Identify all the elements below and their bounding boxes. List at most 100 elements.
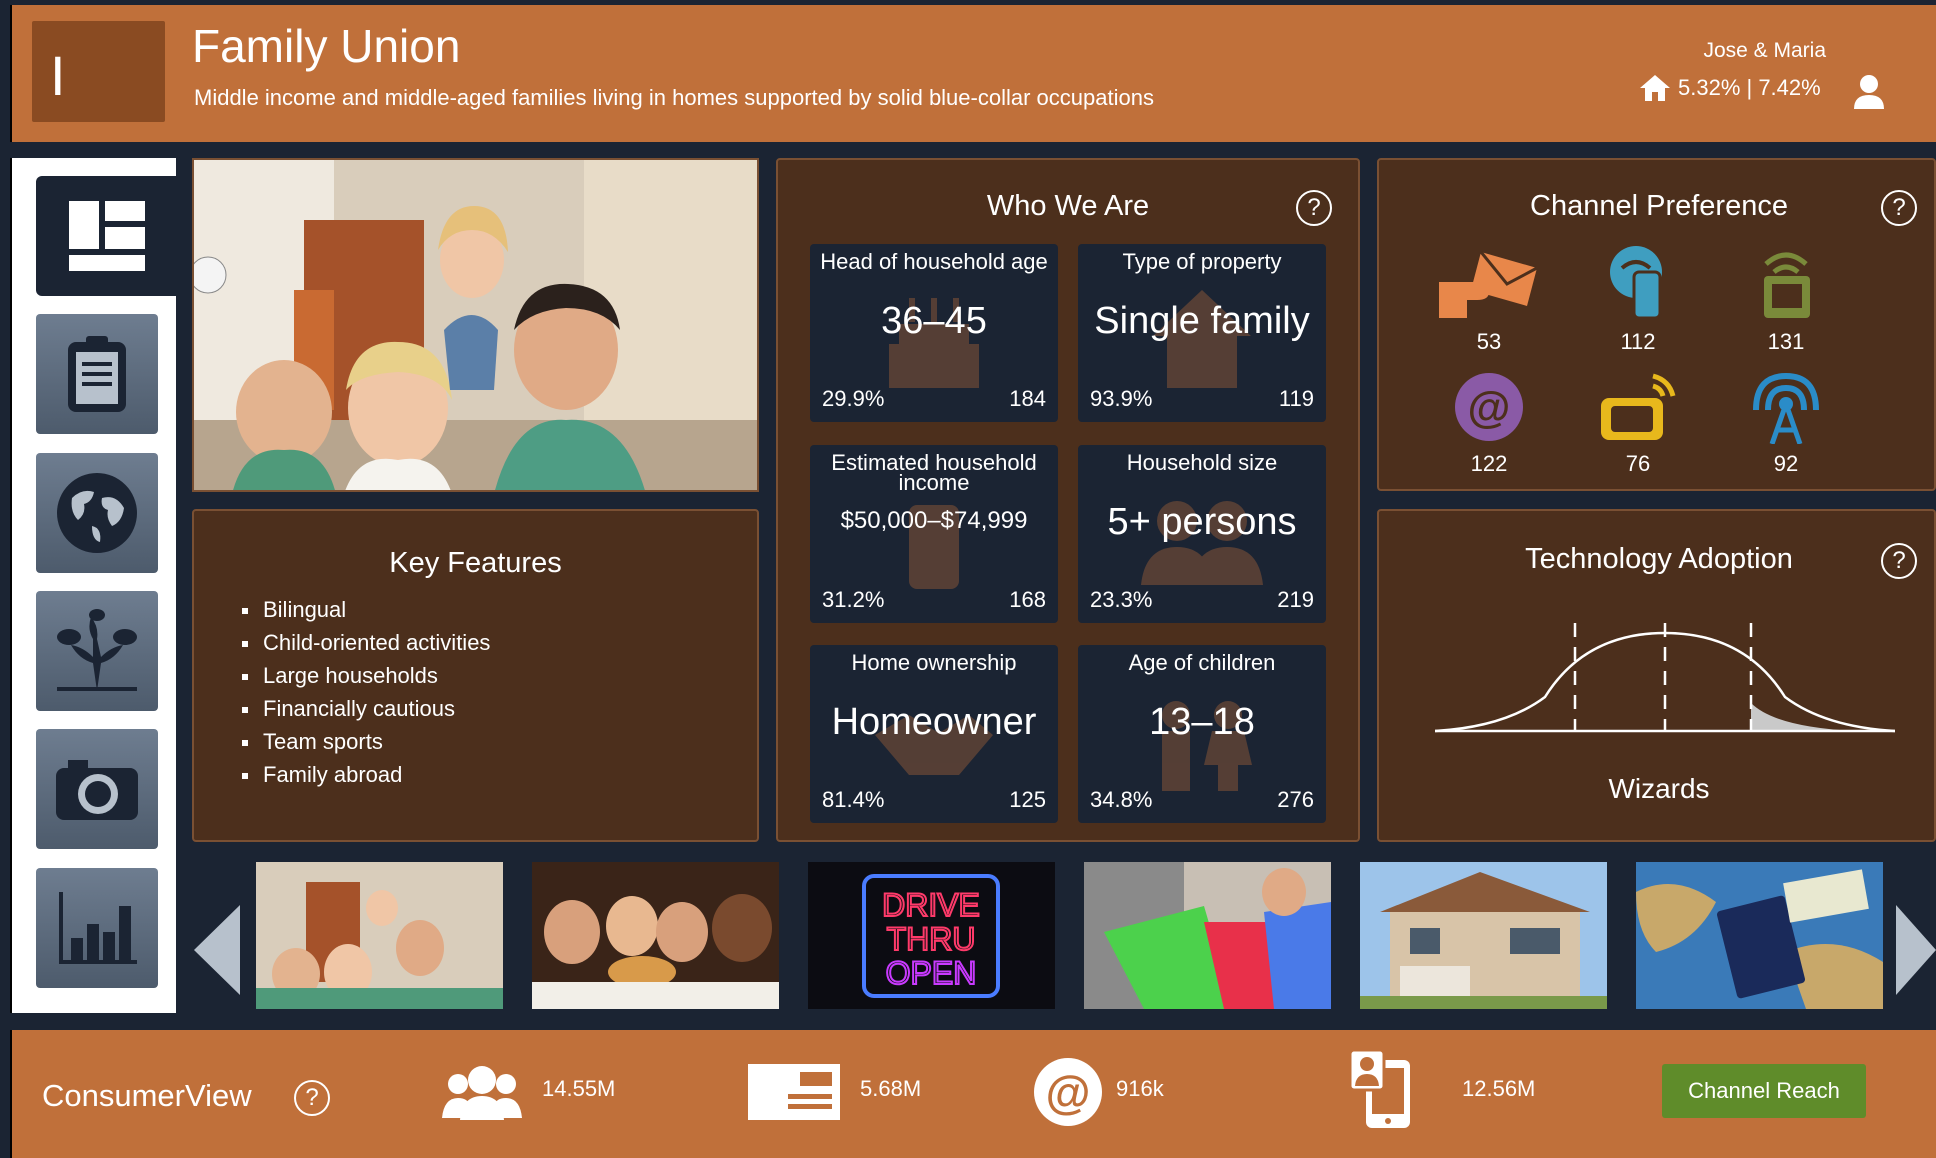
footer-stat-individuals: 14.55M <box>542 1076 616 1101</box>
tile-percent: 34.8% <box>1090 787 1153 812</box>
tile-label: Head of household age <box>820 249 1048 274</box>
footer-brand: ConsumerView <box>42 1078 252 1113</box>
who-we-are-panel: Who We Are ? Head of household age 36–45… <box>776 158 1360 842</box>
tile-value: Single family <box>1094 300 1310 342</box>
tile-index: 219 <box>1277 587 1314 612</box>
mobile-person-icon <box>1350 1050 1410 1128</box>
key-features-list: Bilingual Child-oriented activities Larg… <box>242 593 490 791</box>
tile-index: 184 <box>1009 386 1046 411</box>
thumbnail-diner-photo[interactable] <box>532 862 779 1009</box>
thumbnail-passport-map-photo[interactable] <box>1636 862 1883 1009</box>
key-features-title: Key Features <box>389 547 562 579</box>
footer-stat-postal: 5.68M <box>860 1076 922 1101</box>
channel-reach-button[interactable]: Channel Reach <box>1662 1064 1866 1118</box>
header-bar: I Family Union Middle income and middle-… <box>10 5 1936 142</box>
tile-label: Estimated household income <box>831 450 1037 495</box>
clipboard-icon <box>68 336 126 412</box>
sidebar-item-dashboard[interactable] <box>36 176 178 296</box>
channel-broadcast: 92 <box>1731 370 1841 477</box>
tv-icon <box>1601 373 1676 440</box>
footer-bar: ConsumerView ? 14.55M 5.68M @ 916k 12.56… <box>10 1030 1936 1158</box>
channel-value: 53 <box>1476 329 1502 354</box>
globe-icon <box>57 473 137 553</box>
adoption-curve <box>1435 623 1895 733</box>
technology-adoption-panel: Technology Adoption ? Wizards <box>1377 509 1936 842</box>
technology-adoption-title: Technology Adoption <box>1525 543 1793 575</box>
direct-mail-icon <box>1439 251 1538 318</box>
channel-preference-title: Channel Preference <box>1530 190 1788 222</box>
list-item: Team sports <box>242 725 490 758</box>
next-arrow-icon[interactable] <box>1896 905 1936 995</box>
broadcast-tower-icon <box>1753 372 1819 445</box>
tile-label: Household size <box>1126 450 1278 475</box>
tile-type-of-property: Type of property Single family 93.9% 119 <box>1078 244 1326 422</box>
tile-label: Home ownership <box>851 650 1017 675</box>
tile-index: 125 <box>1009 787 1046 812</box>
channel-preference-panel: Channel Preference ? 53 112 131 @ 122 76… <box>1377 158 1936 491</box>
tablet-wifi-icon <box>1764 252 1810 318</box>
svg-text:@: @ <box>1046 1066 1091 1118</box>
tree-icon <box>57 609 137 691</box>
thumbnail-house-photo[interactable] <box>1360 862 1607 1009</box>
tile-home-ownership: Home ownership Homeowner 81.4% 125 <box>810 645 1058 823</box>
tile-index: 276 <box>1277 787 1314 812</box>
channel-direct-mail: 53 <box>1434 242 1544 355</box>
tile-label: Age of children <box>1128 650 1276 675</box>
list-item: Bilingual <box>242 593 490 626</box>
mail-card-icon <box>748 1064 840 1120</box>
sidebar <box>10 158 178 1013</box>
at-icon: @ <box>1034 1058 1102 1126</box>
help-icon[interactable]: ? <box>1881 543 1917 579</box>
tile-head-of-household-age: Head of household age 36–45 29.9% 184 <box>810 244 1058 422</box>
sidebar-item-camera[interactable] <box>36 729 158 849</box>
tile-percent: 23.3% <box>1090 587 1153 612</box>
prev-arrow-icon[interactable] <box>194 905 240 995</box>
channel-mobile: 112 <box>1583 242 1693 355</box>
list-item: Large households <box>242 659 490 692</box>
header-stats-value: 5.32% | 7.42% <box>1678 75 1821 100</box>
channel-tv: 76 <box>1583 370 1693 477</box>
list-item: Child-oriented activities <box>242 626 490 659</box>
tile-value: 36–45 <box>881 300 987 342</box>
who-we-are-title: Who We Are <box>986 190 1150 222</box>
channel-value: 112 <box>1620 329 1656 354</box>
thumbnail-family-photo[interactable] <box>256 862 503 1009</box>
key-features-panel: Key Features Bilingual Child-oriented ac… <box>192 509 759 842</box>
sidebar-item-bar-chart[interactable] <box>36 868 158 988</box>
list-item: Family abroad <box>242 758 490 791</box>
channel-email: @ 122 <box>1434 370 1544 477</box>
channel-value: 122 <box>1470 451 1508 476</box>
user-names: Jose & Maria <box>1703 39 1826 62</box>
svg-text:OPEN: OPEN <box>886 955 977 991</box>
list-item: Financially cautious <box>242 692 490 725</box>
thumbnail-shopping-bags-photo[interactable] <box>1084 862 1331 1009</box>
help-icon[interactable]: ? <box>1296 190 1332 226</box>
header-stats: 5.32% | 7.42% <box>1638 73 1821 103</box>
sidebar-item-clipboard[interactable] <box>36 314 158 434</box>
tile-percent: 93.9% <box>1090 386 1153 411</box>
tile-percent: 31.2% <box>822 587 885 612</box>
page-subtitle: Middle income and middle-aged families l… <box>194 85 1154 110</box>
email-at-icon: @ <box>1455 373 1523 441</box>
channel-value: 92 <box>1773 451 1799 476</box>
footer-stat-email: 916k <box>1116 1076 1164 1101</box>
help-icon[interactable]: ? <box>1881 190 1917 226</box>
thumbnail-drive-thru-sign-photo[interactable]: DRIVE THRU OPEN <box>808 862 1055 1009</box>
dashboard-icon <box>69 201 145 271</box>
tile-value: Homeowner <box>831 701 1037 743</box>
channel-value: 76 <box>1625 451 1651 476</box>
sidebar-item-globe[interactable] <box>36 453 158 573</box>
tile-index: 119 <box>1278 386 1314 411</box>
sidebar-item-tree[interactable] <box>36 591 158 711</box>
people-icon <box>442 1066 522 1120</box>
tile-label: Type of property <box>1122 249 1282 274</box>
tile-percent: 81.4% <box>822 787 885 812</box>
tile-value: 5+ persons <box>1107 501 1297 543</box>
svg-text:DRIVE: DRIVE <box>882 887 980 923</box>
mobile-wifi-icon <box>1610 246 1662 320</box>
tile-age-of-children: Age of children 13–18 34.8% 276 <box>1078 645 1326 823</box>
technology-adoption-label: Wizards <box>1608 773 1710 804</box>
help-icon[interactable]: ? <box>294 1080 330 1116</box>
person-icon <box>1854 75 1884 109</box>
camera-icon <box>56 760 138 820</box>
